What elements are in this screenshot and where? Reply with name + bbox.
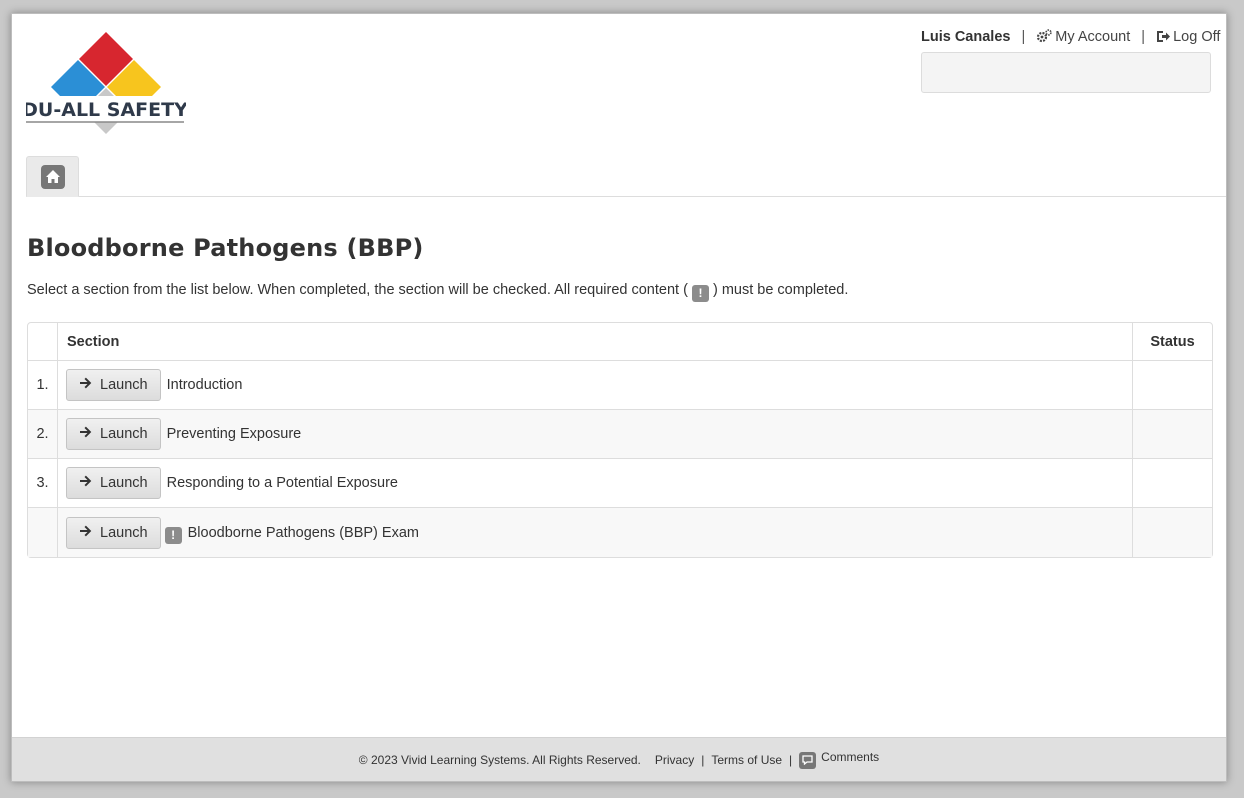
instructions: Select a section from the list below. Wh… [27,282,848,302]
section-title: Introduction [166,377,243,393]
section-title: Bloodborne Pathogens (BBP) Exam [187,524,419,541]
du-all-safety-logo[interactable]: DU-ALL SAFETY [26,30,186,140]
nav-bar [26,156,1226,197]
table-row: 1. Launch Introduction [28,361,1212,410]
launch-button[interactable]: Launch [66,467,161,499]
menu-separator: | [1021,29,1026,45]
required-icon: ! [164,526,182,544]
home-tab[interactable] [26,156,79,197]
column-header-status: Status [1132,323,1212,361]
section-cell: Launch Preventing Exposure [58,410,1132,459]
launch-button[interactable]: Launch [66,369,161,401]
instructions-text-start: Select a section from the list below. Wh… [27,282,688,298]
table-row: 3. Launch Responding to a Potential Expo… [28,459,1212,508]
launch-label: Launch [100,475,148,491]
comments-link[interactable]: Comments [799,750,879,769]
privacy-link[interactable]: Privacy [655,753,694,767]
launch-button[interactable]: Launch [66,516,161,549]
table-row: 2. Launch Preventing Exposure [28,410,1212,459]
log-out-icon [1156,30,1171,47]
column-header-section: Section [58,323,1132,361]
app-window: DU-ALL SAFETY Luis Canales | My Account … [11,13,1227,782]
footer: © 2023 Vivid Learning Systems. All Right… [12,737,1226,781]
copyright-text: © 2023 Vivid Learning Systems. All Right… [358,752,641,767]
status-cell [1132,459,1212,508]
column-header-number [28,323,58,361]
logo-text: DU-ALL SAFETY [26,99,186,121]
section-cell: Launch Introduction [58,361,1132,410]
table-row: Launch ! Bloodborne Pathogens (BBP) Exam [28,508,1212,557]
user-menu: Luis Canales | My Account | Log Off [921,29,1220,47]
row-number [28,508,58,557]
row-number: 3. [28,459,58,508]
status-cell [1132,410,1212,459]
my-account-link[interactable]: My Account [1036,29,1134,45]
log-off-label: Log Off [1173,29,1221,45]
launch-label: Launch [100,524,148,541]
log-off-link[interactable]: Log Off [1156,29,1220,45]
comments-label: Comments [821,750,880,765]
status-cell [1132,508,1212,557]
row-number: 1. [28,361,58,410]
my-account-label: My Account [1055,29,1131,45]
instructions-text-end: ) must be completed. [712,282,849,298]
row-number: 2. [28,410,58,459]
required-icon: ! [691,284,709,302]
launch-button[interactable]: Launch [66,418,161,450]
arrow-right-icon [79,475,92,491]
home-icon [40,164,65,189]
section-title: Responding to a Potential Exposure [166,475,398,491]
user-name: Luis Canales [921,29,1011,45]
footer-separator: | [789,752,793,767]
arrow-right-icon [79,426,92,442]
status-cell [1132,361,1212,410]
gears-icon [1036,29,1052,47]
footer-separator: | [701,752,705,767]
section-title: Preventing Exposure [166,426,302,442]
launch-label: Launch [100,426,148,442]
header-panel [921,52,1211,93]
logo-graphic: DU-ALL SAFETY [26,32,186,134]
terms-of-use-link[interactable]: Terms of Use [711,753,782,767]
arrow-right-icon [79,525,92,541]
section-cell: Launch ! Bloodborne Pathogens (BBP) Exam [58,508,1132,557]
arrow-right-icon [79,377,92,393]
section-cell: Launch Responding to a Potential Exposur… [58,459,1132,508]
sections-table: Section Status 1. Launch Introduction 2. [27,322,1213,558]
comment-icon [799,751,817,769]
launch-label: Launch [100,377,148,393]
page-title: Bloodborne Pathogens (BBP) [27,234,424,262]
menu-separator: | [1141,29,1146,45]
